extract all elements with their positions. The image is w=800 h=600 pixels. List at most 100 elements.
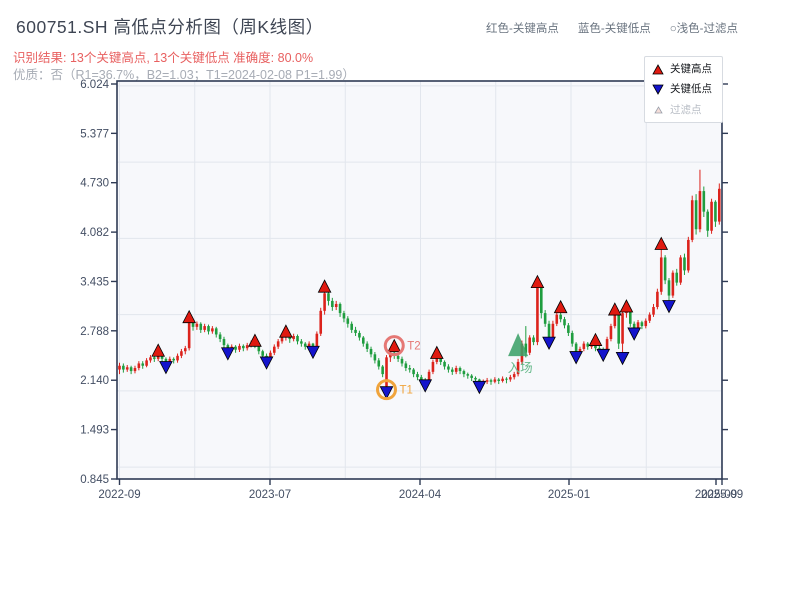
candle-body	[145, 360, 148, 366]
candle-body	[458, 368, 462, 372]
x-tick-label: 2025-01	[548, 489, 590, 501]
y-tick-label: 4.730	[80, 178, 109, 190]
x-tick-label: 2022-09	[98, 489, 140, 501]
candle-body	[172, 358, 175, 361]
candle	[687, 236, 690, 273]
candle-body	[234, 346, 237, 350]
candle-body	[656, 291, 659, 308]
candle-body	[153, 357, 156, 359]
candle-body	[539, 287, 543, 314]
candle-body	[315, 333, 319, 348]
candle-body	[180, 351, 183, 356]
candle-body	[501, 378, 504, 381]
candle-body	[214, 328, 218, 335]
candle-body	[125, 367, 129, 370]
candle-body	[551, 323, 555, 338]
candle	[690, 195, 694, 243]
candle-body	[361, 337, 365, 344]
candle-body	[280, 337, 284, 342]
candle	[536, 282, 539, 346]
candle-body	[687, 239, 690, 271]
candle-body	[617, 314, 620, 344]
stock-analysis-page: 600751.SH 高低点分析图（周K线图） 识别结果: 13个关键高点, 13…	[0, 0, 800, 600]
candle-body	[416, 374, 419, 378]
candle	[663, 255, 667, 285]
candle-body	[493, 379, 497, 382]
candle-body	[652, 307, 655, 315]
x-tick-label: 2025-09	[701, 489, 743, 501]
candle-body	[381, 366, 384, 375]
candle-body	[354, 329, 357, 333]
candle-body	[663, 257, 667, 281]
candle-body	[257, 346, 261, 352]
candle-body	[183, 348, 187, 352]
candle-body	[149, 357, 152, 361]
candle-body	[365, 343, 369, 349]
candle-body	[133, 368, 137, 372]
candle-body	[272, 346, 276, 353]
key-low-triangle-icon	[652, 84, 664, 95]
t2-label: T2	[407, 341, 420, 353]
candle-body	[203, 326, 206, 330]
candle-body	[261, 351, 264, 356]
legend-item-label: 关键低点	[670, 83, 712, 96]
candle	[617, 313, 620, 349]
x-tick-label: 2024-04	[399, 489, 442, 501]
candle-body	[450, 369, 454, 372]
candle-body	[710, 201, 713, 231]
candle-body	[640, 322, 644, 327]
chart-legend-box: 关键高点 关键低点 过滤点	[644, 56, 723, 123]
candle	[671, 270, 675, 298]
y-tick-label: 3.435	[80, 276, 109, 288]
candle-body	[644, 320, 648, 327]
candle-body	[141, 363, 145, 366]
candle-body	[331, 300, 334, 308]
candle-body	[563, 319, 566, 326]
y-tick-label: 2.788	[80, 326, 109, 338]
candle-body	[346, 318, 350, 324]
candle-body	[671, 272, 675, 296]
candle-body	[714, 201, 717, 222]
candle-body	[276, 341, 280, 347]
candle-body	[621, 313, 624, 344]
candle-body	[218, 334, 222, 340]
candle-body	[547, 323, 551, 338]
legend-item-key-low: 关键低点	[652, 84, 722, 95]
candle-body	[470, 375, 473, 378]
candle-body	[454, 368, 458, 372]
candle-body	[718, 188, 721, 222]
candle-body	[431, 361, 435, 372]
candle-body	[292, 335, 295, 340]
candle-body	[443, 361, 446, 367]
candle-body	[586, 343, 590, 347]
y-tick-label: 2.140	[80, 375, 109, 387]
candle-body	[570, 332, 574, 344]
candle-body	[509, 377, 512, 380]
candle-body	[462, 371, 466, 375]
candle-body	[659, 257, 663, 292]
legend-item-filtered: 过滤点	[652, 104, 722, 115]
candle-body	[122, 365, 125, 370]
candle-body	[609, 326, 613, 340]
entry-label: 入场	[508, 361, 533, 375]
candle	[385, 355, 388, 392]
y-tick-label: 4.082	[80, 227, 109, 239]
candle-body	[400, 358, 404, 364]
candle-body	[447, 366, 450, 370]
candle-body	[412, 369, 415, 375]
candle-body	[474, 377, 477, 380]
candle-body	[211, 328, 214, 332]
plot-area	[117, 81, 722, 479]
y-tick-label: 5.377	[80, 128, 109, 140]
candle-body	[613, 314, 617, 327]
y-tick-label: 1.493	[80, 425, 109, 437]
candle	[718, 183, 721, 225]
candle-body	[559, 314, 562, 320]
candle-body	[195, 323, 199, 327]
candle-body	[319, 310, 323, 334]
candle-body	[323, 293, 326, 311]
candle	[710, 198, 713, 234]
legend-item-label: 过滤点	[670, 103, 702, 116]
candle-body	[187, 322, 191, 349]
candle	[679, 255, 682, 285]
